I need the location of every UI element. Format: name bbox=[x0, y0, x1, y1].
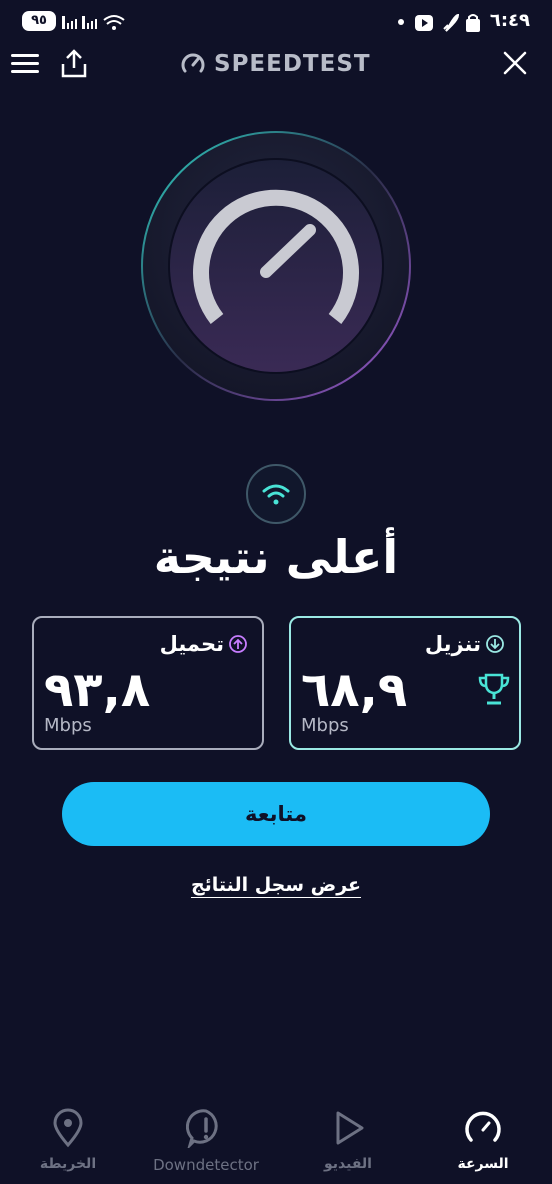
menu-icon[interactable] bbox=[10, 52, 40, 76]
status-bar: ٩٥ ٦:٤٩ bbox=[0, 0, 552, 44]
upload-header: تحميل bbox=[160, 632, 248, 656]
video-notification-icon bbox=[415, 15, 433, 31]
signal-icon bbox=[62, 16, 77, 29]
speedometer-icon bbox=[181, 53, 205, 73]
upload-unit: Mbps bbox=[44, 715, 92, 736]
nav-speed[interactable]: السرعة bbox=[423, 1108, 543, 1172]
nav-downdetector-label: Downdetector bbox=[153, 1156, 259, 1174]
nav-map-label: الخريطة bbox=[39, 1156, 97, 1172]
map-pin-icon bbox=[53, 1108, 83, 1148]
arrow-down-icon bbox=[486, 635, 504, 653]
result-headline: أعلى نتيجة bbox=[153, 530, 399, 584]
download-header: تنزيل bbox=[425, 632, 505, 656]
download-card: تنزيل ٦٨,٩ Mbps bbox=[289, 616, 521, 750]
download-label: تنزيل bbox=[424, 632, 481, 656]
nav-video[interactable]: الفيديو bbox=[288, 1108, 408, 1172]
upload-label: تحميل bbox=[159, 632, 224, 656]
wifi-icon bbox=[262, 484, 290, 505]
trophy-icon bbox=[478, 673, 510, 705]
nav-downdetector[interactable]: Downdetector bbox=[146, 1108, 266, 1174]
nav-map[interactable]: الخريطة bbox=[8, 1108, 128, 1172]
bottom-nav: السرعة الفيديو Downdetector الخريطة bbox=[0, 1096, 552, 1184]
close-icon[interactable] bbox=[502, 50, 528, 76]
speedometer-icon bbox=[465, 1111, 501, 1142]
app-title: SPEEDTEST bbox=[180, 48, 371, 80]
app-title-text: SPEEDTEST bbox=[214, 51, 371, 77]
upload-value: ٩٣,٨ bbox=[44, 662, 151, 718]
rocket-icon bbox=[443, 13, 460, 32]
nav-speed-label: السرعة bbox=[457, 1156, 509, 1172]
signal-icon bbox=[82, 16, 97, 29]
connection-type-badge bbox=[246, 464, 306, 524]
download-unit: Mbps bbox=[301, 715, 349, 736]
clock: ٦:٤٩ bbox=[489, 10, 530, 31]
top-bar: SPEEDTEST bbox=[0, 44, 552, 84]
bag-icon bbox=[466, 14, 480, 32]
download-value: ٦٨,٩ bbox=[301, 662, 408, 718]
wifi-icon bbox=[103, 15, 125, 30]
play-icon bbox=[336, 1111, 364, 1145]
dot-icon bbox=[398, 19, 404, 25]
battery-icon: ٩٥ bbox=[22, 11, 56, 31]
upload-card: تحميل ٩٣,٨ Mbps bbox=[32, 616, 264, 750]
alert-icon bbox=[185, 1109, 218, 1151]
speed-gauge bbox=[141, 131, 411, 401]
nav-video-label: الفيديو bbox=[324, 1156, 372, 1172]
share-icon[interactable] bbox=[60, 48, 88, 80]
continue-button[interactable]: متابعة bbox=[62, 782, 490, 846]
results-history-link[interactable]: عرض سجل النتائج bbox=[0, 874, 552, 896]
arrow-up-icon bbox=[229, 635, 247, 653]
